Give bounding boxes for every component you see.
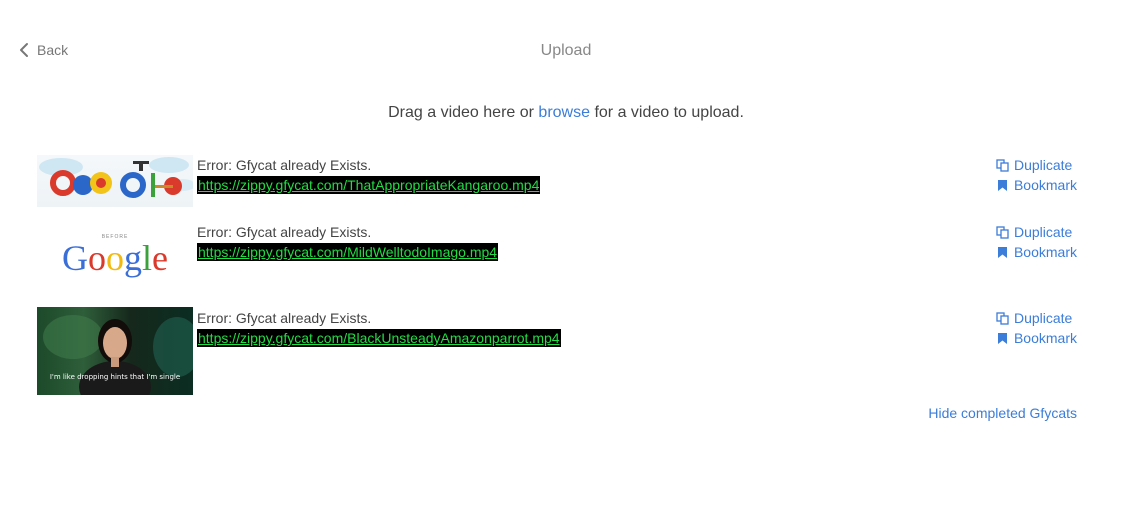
upload-info: Error: Gfycat already Exists. https://zi… [197, 222, 499, 262]
bookmark-icon [997, 246, 1007, 258]
upload-actions: Duplicate Bookmark [996, 155, 1077, 195]
bookmark-icon [997, 332, 1007, 344]
google-logo: Google [62, 238, 168, 278]
dropzone-instructions[interactable]: Drag a video here or browse for a video … [0, 104, 1132, 122]
duplicate-label: Duplicate [1013, 310, 1073, 326]
video-still-image [43, 315, 193, 395]
bookmark-label: Bookmark [1013, 330, 1077, 346]
video-still-thumbnail: I'm like dropping hints that I'm single [37, 307, 193, 395]
upload-url-link[interactable]: https://zippy.gfycat.com/ThatAppropriate… [197, 176, 541, 194]
bookmark-label: Bookmark [1013, 244, 1077, 260]
upload-info: Error: Gfycat already Exists. https://zi… [197, 308, 561, 348]
bookmark-icon [997, 179, 1007, 191]
video-subtitle: I'm like dropping hints that I'm single [49, 373, 181, 381]
upload-url-link[interactable]: https://zippy.gfycat.com/MildWelltodoIma… [197, 243, 499, 261]
page-title: Upload [540, 42, 592, 59]
bookmark-label: Bookmark [1013, 177, 1077, 193]
upload-item: Error: Gfycat already Exists. https://zi… [37, 155, 1077, 209]
dropzone-suffix: for a video to upload. [590, 104, 744, 121]
bookmark-button[interactable]: Bookmark [996, 328, 1077, 348]
dropzone-prefix: Drag a video here or [388, 104, 539, 121]
upload-error-message: Error: Gfycat already Exists. [197, 157, 372, 173]
duplicate-button[interactable]: Duplicate [996, 155, 1077, 175]
upload-item: BEFORE Google Error: Gfycat already Exis… [37, 222, 1077, 304]
duplicate-icon [996, 225, 1009, 239]
duplicate-label: Duplicate [1013, 224, 1073, 240]
duplicate-icon [996, 158, 1009, 172]
upload-item: I'm like dropping hints that I'm single … [37, 307, 1077, 395]
duplicate-button[interactable]: Duplicate [996, 222, 1077, 242]
duplicate-label: Duplicate [1013, 157, 1073, 173]
upload-page: Back Upload Drag a video here or browse … [0, 0, 1132, 513]
upload-url-link[interactable]: https://zippy.gfycat.com/BlackUnsteadyAm… [197, 329, 561, 347]
upload-info: Error: Gfycat already Exists. https://zi… [197, 155, 541, 195]
browse-link[interactable]: browse [538, 104, 590, 121]
bookmark-button[interactable]: Bookmark [996, 242, 1077, 262]
google-doodle-image [39, 157, 193, 198]
google-doodle-thumbnail [37, 155, 193, 207]
bookmark-button[interactable]: Bookmark [996, 175, 1077, 195]
upload-error-message: Error: Gfycat already Exists. [197, 310, 372, 326]
upload-error-message: Error: Gfycat already Exists. [197, 224, 372, 240]
google-logo-thumbnail: BEFORE Google [37, 222, 193, 304]
duplicate-icon [996, 311, 1009, 325]
duplicate-button[interactable]: Duplicate [996, 308, 1077, 328]
hide-completed-link[interactable]: Hide completed Gfycats [928, 405, 1077, 421]
upload-actions: Duplicate Bookmark [996, 308, 1077, 348]
upload-actions: Duplicate Bookmark [996, 222, 1077, 262]
